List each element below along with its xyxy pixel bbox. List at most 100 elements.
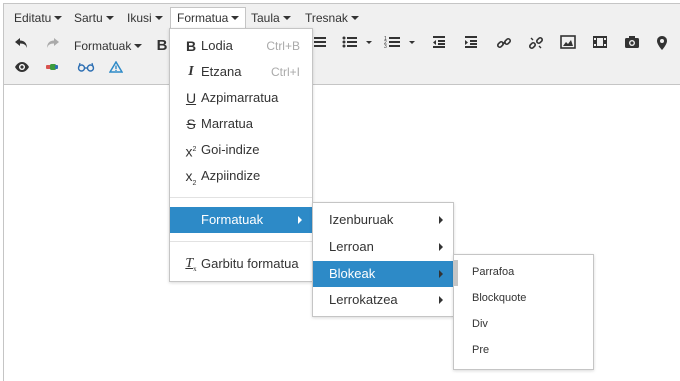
submenu-item-inline[interactable]: Lerroan	[313, 234, 453, 260]
toolbar: Formatuak B 123	[4, 31, 680, 85]
eye-icon	[15, 62, 29, 72]
numbered-list-icon: 123	[384, 36, 415, 49]
camera-button[interactable]	[622, 35, 642, 57]
map-marker-button[interactable]	[652, 35, 672, 57]
spellcheck-button[interactable]	[74, 61, 98, 83]
bullet-list-button[interactable]	[341, 35, 375, 57]
caret-down-icon	[350, 15, 359, 20]
link-icon	[496, 37, 512, 49]
caret-down-icon	[282, 15, 291, 20]
outdent-icon	[433, 36, 445, 48]
menu-taula[interactable]: Taula	[245, 7, 297, 29]
align-justify-button[interactable]	[311, 35, 329, 57]
glasses-icon	[77, 62, 95, 72]
align-justify-icon	[314, 37, 326, 47]
menu-item-italic[interactable]: I Etzana Ctrl+I	[170, 59, 312, 85]
chevron-right-icon	[439, 296, 443, 304]
submenu-item-label: Lerrokatzea	[329, 292, 398, 307]
block-item-label: Parrafoa	[472, 266, 515, 278]
submenu-item-label: Lerroan	[329, 239, 374, 254]
link-button[interactable]	[494, 35, 514, 57]
camera-icon	[625, 36, 639, 48]
menu-item-label: Azpiindize	[201, 168, 261, 183]
superscript-icon: x2	[185, 143, 197, 160]
undo-button[interactable]	[12, 35, 32, 57]
bold-button[interactable]: B	[154, 35, 170, 57]
submenu-item-label: Izenburuak	[329, 212, 394, 227]
redo-button[interactable]	[42, 35, 62, 57]
chevron-right-icon	[439, 216, 443, 224]
submenu-item-headings[interactable]: Izenburuak	[313, 207, 453, 233]
menu-item-shortcut: Ctrl+I	[270, 65, 300, 79]
block-item-paragraph[interactable]: Parrafoa	[454, 259, 593, 285]
menu-item-bold[interactable]: B Lodia Ctrl+B	[170, 33, 312, 59]
menu-item-subscript[interactable]: x2 Azpiindize	[170, 163, 312, 189]
menu-item-shortcut: Ctrl+B	[266, 39, 300, 53]
block-item-blockquote[interactable]: Blockquote	[454, 285, 593, 311]
media-button[interactable]	[590, 35, 610, 57]
menu-label: Editatu	[14, 11, 52, 25]
menu-editatu[interactable]: Editatu	[8, 7, 68, 29]
undo-icon	[15, 38, 27, 48]
chevron-right-icon	[439, 243, 443, 251]
menu-label: Ikusi	[127, 11, 152, 25]
outdent-button[interactable]	[429, 35, 449, 57]
caret-down-icon	[154, 15, 163, 20]
menu-item-formats[interactable]: Formatuak	[170, 207, 312, 233]
bullet-list-icon	[342, 36, 372, 48]
indent-icon	[465, 36, 477, 48]
block-item-label: Div	[472, 318, 488, 330]
menu-item-label: Goi-indize	[201, 142, 260, 157]
menu-item-underline[interactable]: U Azpimarratua	[170, 85, 312, 111]
submenu-item-blocks[interactable]: Blokeak	[313, 261, 453, 287]
caret-down-icon	[54, 15, 63, 20]
menu-item-label: Etzana	[201, 64, 242, 79]
format-menu: B Lodia Ctrl+B I Etzana Ctrl+I U Azpimar…	[169, 28, 313, 282]
menu-item-strikethrough[interactable]: S Marratua	[170, 111, 312, 137]
menu-label: Taula	[251, 11, 280, 25]
formats-dropdown-label: Formatuak	[74, 39, 132, 53]
redo-icon	[47, 38, 59, 48]
menu-item-label: Garbitu formatua	[201, 256, 299, 271]
emoticons-button[interactable]	[42, 61, 62, 83]
menu-item-label: Azpimarratua	[201, 90, 279, 105]
menu-label: Sartu	[74, 11, 103, 25]
bold-icon: B	[185, 38, 197, 54]
caret-down-icon	[134, 43, 143, 48]
menu-item-superscript[interactable]: x2 Goi-indize	[170, 137, 312, 163]
chevron-right-icon	[439, 270, 443, 278]
submenu-item-alignment[interactable]: Lerrokatzea	[313, 287, 453, 313]
preview-button[interactable]	[12, 61, 32, 83]
menu-item-label: Marratua	[201, 116, 254, 131]
menu-ikusi[interactable]: Ikusi	[121, 7, 169, 29]
numbered-list-button[interactable]: 123	[384, 35, 418, 57]
menu-separator	[170, 197, 312, 198]
submenu-item-label: Blokeak	[329, 266, 376, 281]
menu-tresnak[interactable]: Tresnak	[299, 7, 365, 29]
image-icon	[560, 35, 576, 49]
block-item-label: Pre	[472, 344, 490, 356]
block-item-label: Blockquote	[472, 292, 527, 304]
menu-label: Formatua	[177, 11, 229, 25]
menu-item-label: Formatuak	[201, 212, 264, 227]
caret-down-icon	[105, 15, 114, 20]
block-item-div[interactable]: Div	[454, 311, 593, 337]
italic-icon: I	[188, 64, 194, 79]
svg-text:3: 3	[384, 44, 387, 49]
subscript-icon: x2	[185, 168, 197, 187]
menu-sartu[interactable]: Sartu	[68, 7, 120, 29]
underline-icon: U	[185, 90, 197, 106]
blocks-submenu: Parrafoa Blockquote Div Pre	[453, 254, 594, 370]
menu-item-clear-formatting[interactable]: Tx Garbitu formatua	[170, 251, 312, 277]
bold-icon: B	[156, 37, 168, 54]
image-button[interactable]	[558, 35, 578, 57]
block-item-pre[interactable]: Pre	[454, 337, 593, 363]
caret-down-icon	[231, 15, 240, 20]
indent-button[interactable]	[461, 35, 481, 57]
accessibility-checker-button[interactable]	[106, 61, 126, 83]
warning-triangle-icon	[109, 61, 123, 73]
formats-submenu: Izenburuak Lerroan Blokeak Lerrokatzea	[312, 202, 454, 317]
unlink-button[interactable]	[526, 35, 546, 57]
formats-dropdown[interactable]: Formatuak	[74, 35, 146, 57]
menubar: Editatu Sartu Ikusi Formatua Taula Tresn…	[4, 4, 680, 31]
